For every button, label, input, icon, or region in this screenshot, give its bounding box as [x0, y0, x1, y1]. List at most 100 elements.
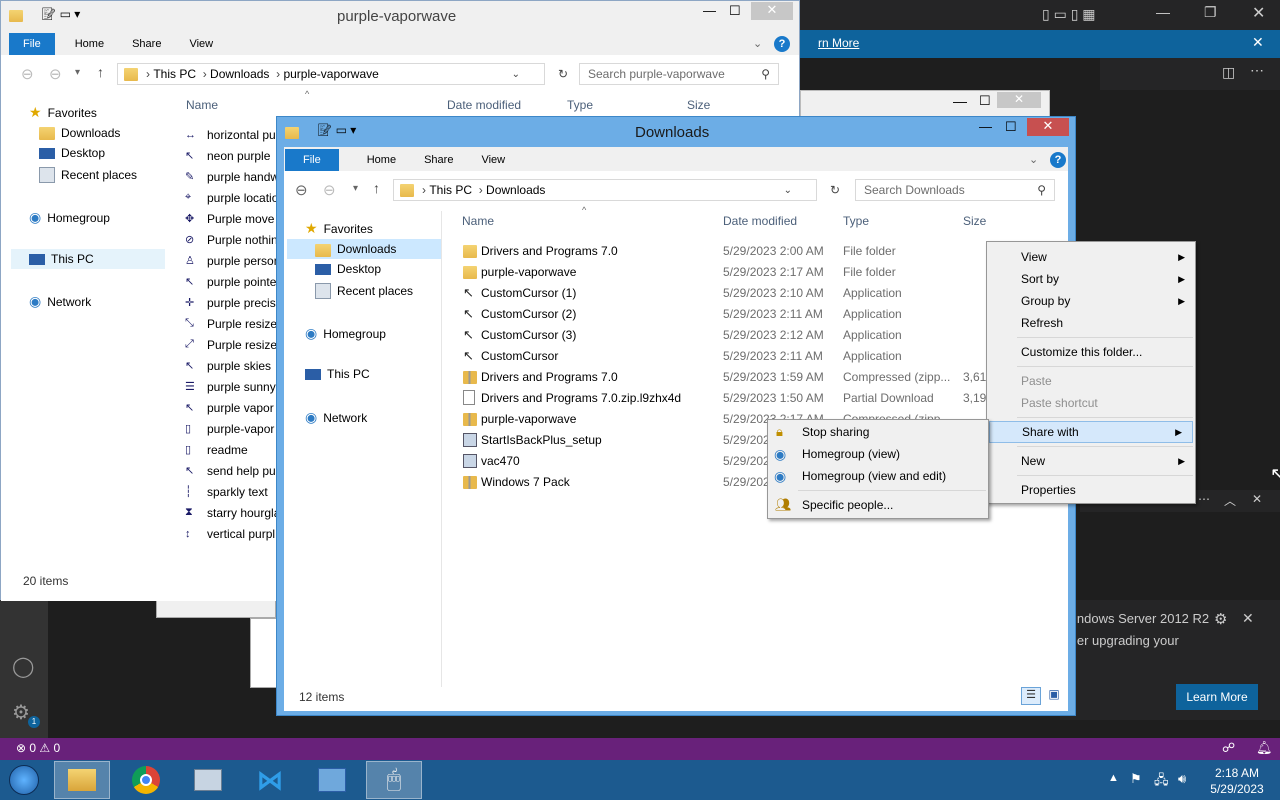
tab-home[interactable]: Home — [339, 149, 410, 171]
nav-favorites[interactable]: ★ Favorites — [305, 220, 373, 237]
file-row[interactable]: Drivers and Programs 7.0 5/29/2023 1:59 A… — [461, 366, 991, 387]
expand-ribbon-icon[interactable]: ⌄ — [1029, 153, 1038, 166]
tab-share[interactable]: Share — [410, 149, 467, 171]
notification-gear-icon[interactable]: ⚙ — [1214, 610, 1227, 628]
recent-locations-icon[interactable]: ▾ — [75, 67, 80, 78]
column-type[interactable]: Type — [843, 214, 869, 228]
file-row[interactable]: ⤢ Purple resize — [185, 334, 277, 355]
menu-paste-shortcut[interactable]: Paste shortcut — [987, 392, 1195, 414]
close-icon[interactable]: ✕ — [1027, 118, 1069, 136]
restore-icon[interactable]: ❐ — [1204, 4, 1217, 21]
column-name[interactable]: Name — [462, 214, 494, 228]
menu-view[interactable]: View ▶ — [987, 246, 1195, 268]
problems-status[interactable]: ⊗ 0 ⚠ 0 — [16, 741, 60, 755]
search-input[interactable]: Search Downloads ⚲ — [855, 179, 1055, 201]
help-icon[interactable]: ? — [1050, 152, 1066, 168]
file-row[interactable]: ✥ Purple move — [185, 208, 274, 229]
file-row[interactable]: ✎ purple handw — [185, 166, 279, 187]
breadcrumb-downloads[interactable]: Downloads — [210, 67, 269, 81]
notification-close-icon[interactable]: ✕ — [1242, 610, 1254, 627]
file-row[interactable]: ↖ purple vapor — [185, 397, 274, 418]
up-arrow-icon[interactable]: ↑ — [373, 180, 380, 196]
learn-more-button[interactable]: Learn More — [1176, 684, 1258, 710]
nav-this-pc[interactable]: This PC — [305, 367, 370, 381]
action-center-flag-icon[interactable]: ⚑ — [1130, 771, 1142, 787]
minimize-icon[interactable]: — — [703, 3, 716, 18]
menu-sort-by[interactable]: Sort by ▶ — [987, 268, 1195, 290]
file-row[interactable]: ↖ send help pur — [185, 460, 280, 481]
back-arrow-icon[interactable]: ⊖ — [21, 65, 34, 83]
file-row[interactable]: ↖ CustomCursor (1) 5/29/2023 2:10 AM Applic… — [461, 282, 991, 303]
forward-arrow-icon[interactable]: ⊖ — [323, 181, 336, 199]
back-arrow-icon[interactable]: ⊖ — [295, 181, 308, 199]
column-date-modified[interactable]: Date modified — [447, 98, 521, 112]
nav-homegroup[interactable]: ◉ Homegroup — [29, 209, 110, 226]
nav-downloads[interactable]: Downloads — [287, 239, 441, 259]
address-bar[interactable]: › This PC › Downloads › purple-vaporwave… — [117, 63, 568, 85]
file-row[interactable]: ↕ vertical purpl — [185, 523, 275, 544]
volume-icon[interactable]: 🔊︎ — [1178, 771, 1186, 787]
file-row[interactable]: ┆ sparkly text — [185, 481, 268, 502]
dropdown-icon[interactable]: ⌄ — [512, 69, 520, 80]
panel-maximize-icon[interactable]: ︿ — [1224, 492, 1236, 509]
taskbar-custom-cursor[interactable]: 🖱︎ — [366, 761, 422, 799]
file-row[interactable]: ☰ purple sunny — [185, 376, 276, 397]
minimize-icon[interactable]: — — [953, 93, 967, 109]
notifications-bell-icon[interactable]: 🔔︎ — [1256, 740, 1273, 756]
split-editor-icon[interactable]: ◫ — [1222, 64, 1235, 81]
banner-close-icon[interactable]: ✕ — [1252, 34, 1264, 51]
menu-refresh[interactable]: Refresh — [987, 312, 1195, 334]
file-row[interactable]: ⤡ Purple resize — [185, 313, 277, 334]
quick-access-toolbar[interactable]: 📝︎ ▭ ▾ — [41, 7, 80, 21]
breadcrumb-purple-vaporwave[interactable]: purple-vaporwave — [283, 67, 378, 81]
file-row[interactable]: ↖ CustomCursor 5/29/2023 2:11 AM Applicatio… — [461, 345, 991, 366]
minimize-icon[interactable]: — — [1156, 4, 1170, 20]
start-button[interactable] — [4, 762, 44, 798]
network-tray-icon[interactable]: 🖧︎ — [1154, 771, 1169, 793]
file-row[interactable]: ♙ purple person — [185, 250, 280, 271]
banner-learn-more-link[interactable]: rn More — [818, 36, 859, 50]
file-row[interactable]: ↖ purple skies — [185, 355, 271, 376]
menu-group-by[interactable]: Group by ▶ — [987, 290, 1195, 312]
feedback-icon[interactable]: ☍ — [1222, 740, 1235, 756]
file-row[interactable]: ▯ readme — [185, 439, 248, 460]
taskbar-vscode[interactable]: ⋈ — [242, 761, 298, 799]
file-row[interactable]: ↖ CustomCursor (3) 5/29/2023 2:12 AM Applic… — [461, 324, 991, 345]
file-row[interactable]: ⧗ starry hourgla — [185, 502, 280, 523]
tab-view[interactable]: View — [467, 149, 519, 171]
pane-divider[interactable] — [441, 211, 442, 687]
tab-share[interactable]: Share — [118, 33, 175, 55]
nav-this-pc[interactable]: This PC — [11, 249, 165, 269]
nav-recent-places[interactable]: Recent places — [315, 283, 413, 299]
tab-home[interactable]: Home — [55, 33, 118, 55]
file-row[interactable]: Drivers and Programs 7.0 5/29/2023 2:00 A… — [461, 240, 991, 261]
menu-paste[interactable]: Paste — [987, 370, 1195, 392]
column-size[interactable]: Size — [963, 214, 986, 228]
large-icons-view-icon[interactable]: ▣ — [1045, 687, 1063, 705]
file-row[interactable]: ⊘ Purple nothin — [185, 229, 278, 250]
file-row[interactable]: ↖ neon purple — [185, 145, 270, 166]
maximize-icon[interactable]: ☐ — [979, 93, 991, 109]
nav-homegroup[interactable]: ◉ Homegroup — [305, 325, 386, 342]
column-type[interactable]: Type — [567, 98, 593, 112]
file-row[interactable]: ↔ horizontal pu — [185, 124, 276, 145]
refresh-icon[interactable]: ↻ — [558, 67, 568, 81]
help-icon[interactable]: ? — [774, 36, 790, 52]
taskbar-task-manager[interactable] — [180, 761, 236, 799]
tab-view[interactable]: View — [175, 33, 227, 55]
breadcrumb-downloads[interactable]: Downloads — [486, 183, 545, 197]
minimize-icon[interactable]: — — [979, 119, 992, 134]
file-row[interactable]: ↖ CustomCursor (2) 5/29/2023 2:11 AM Applic… — [461, 303, 991, 324]
panel-more-icon[interactable]: ⋯ — [1198, 492, 1210, 506]
menu-specific-people[interactable]: 👥︎ Specific people... — [768, 494, 988, 516]
quick-access-toolbar[interactable]: 📝︎ ▭ ▾ — [317, 123, 356, 137]
taskbar-chrome[interactable] — [118, 761, 174, 799]
layout-icon[interactable]: ▯ ▭ ▯ ▦ — [1042, 6, 1096, 23]
close-icon[interactable]: ✕ — [997, 92, 1041, 108]
breadcrumb-this-pc[interactable]: This PC — [429, 183, 472, 197]
nav-network[interactable]: ◉ Network — [305, 409, 367, 426]
file-row[interactable]: Drivers and Programs 7.0.zip.l9zhx4d 5/29… — [461, 387, 991, 408]
nav-desktop[interactable]: Desktop — [315, 262, 381, 276]
maximize-icon[interactable]: ☐ — [1005, 119, 1017, 135]
search-input[interactable]: Search purple-vaporwave ⚲ — [579, 63, 779, 85]
